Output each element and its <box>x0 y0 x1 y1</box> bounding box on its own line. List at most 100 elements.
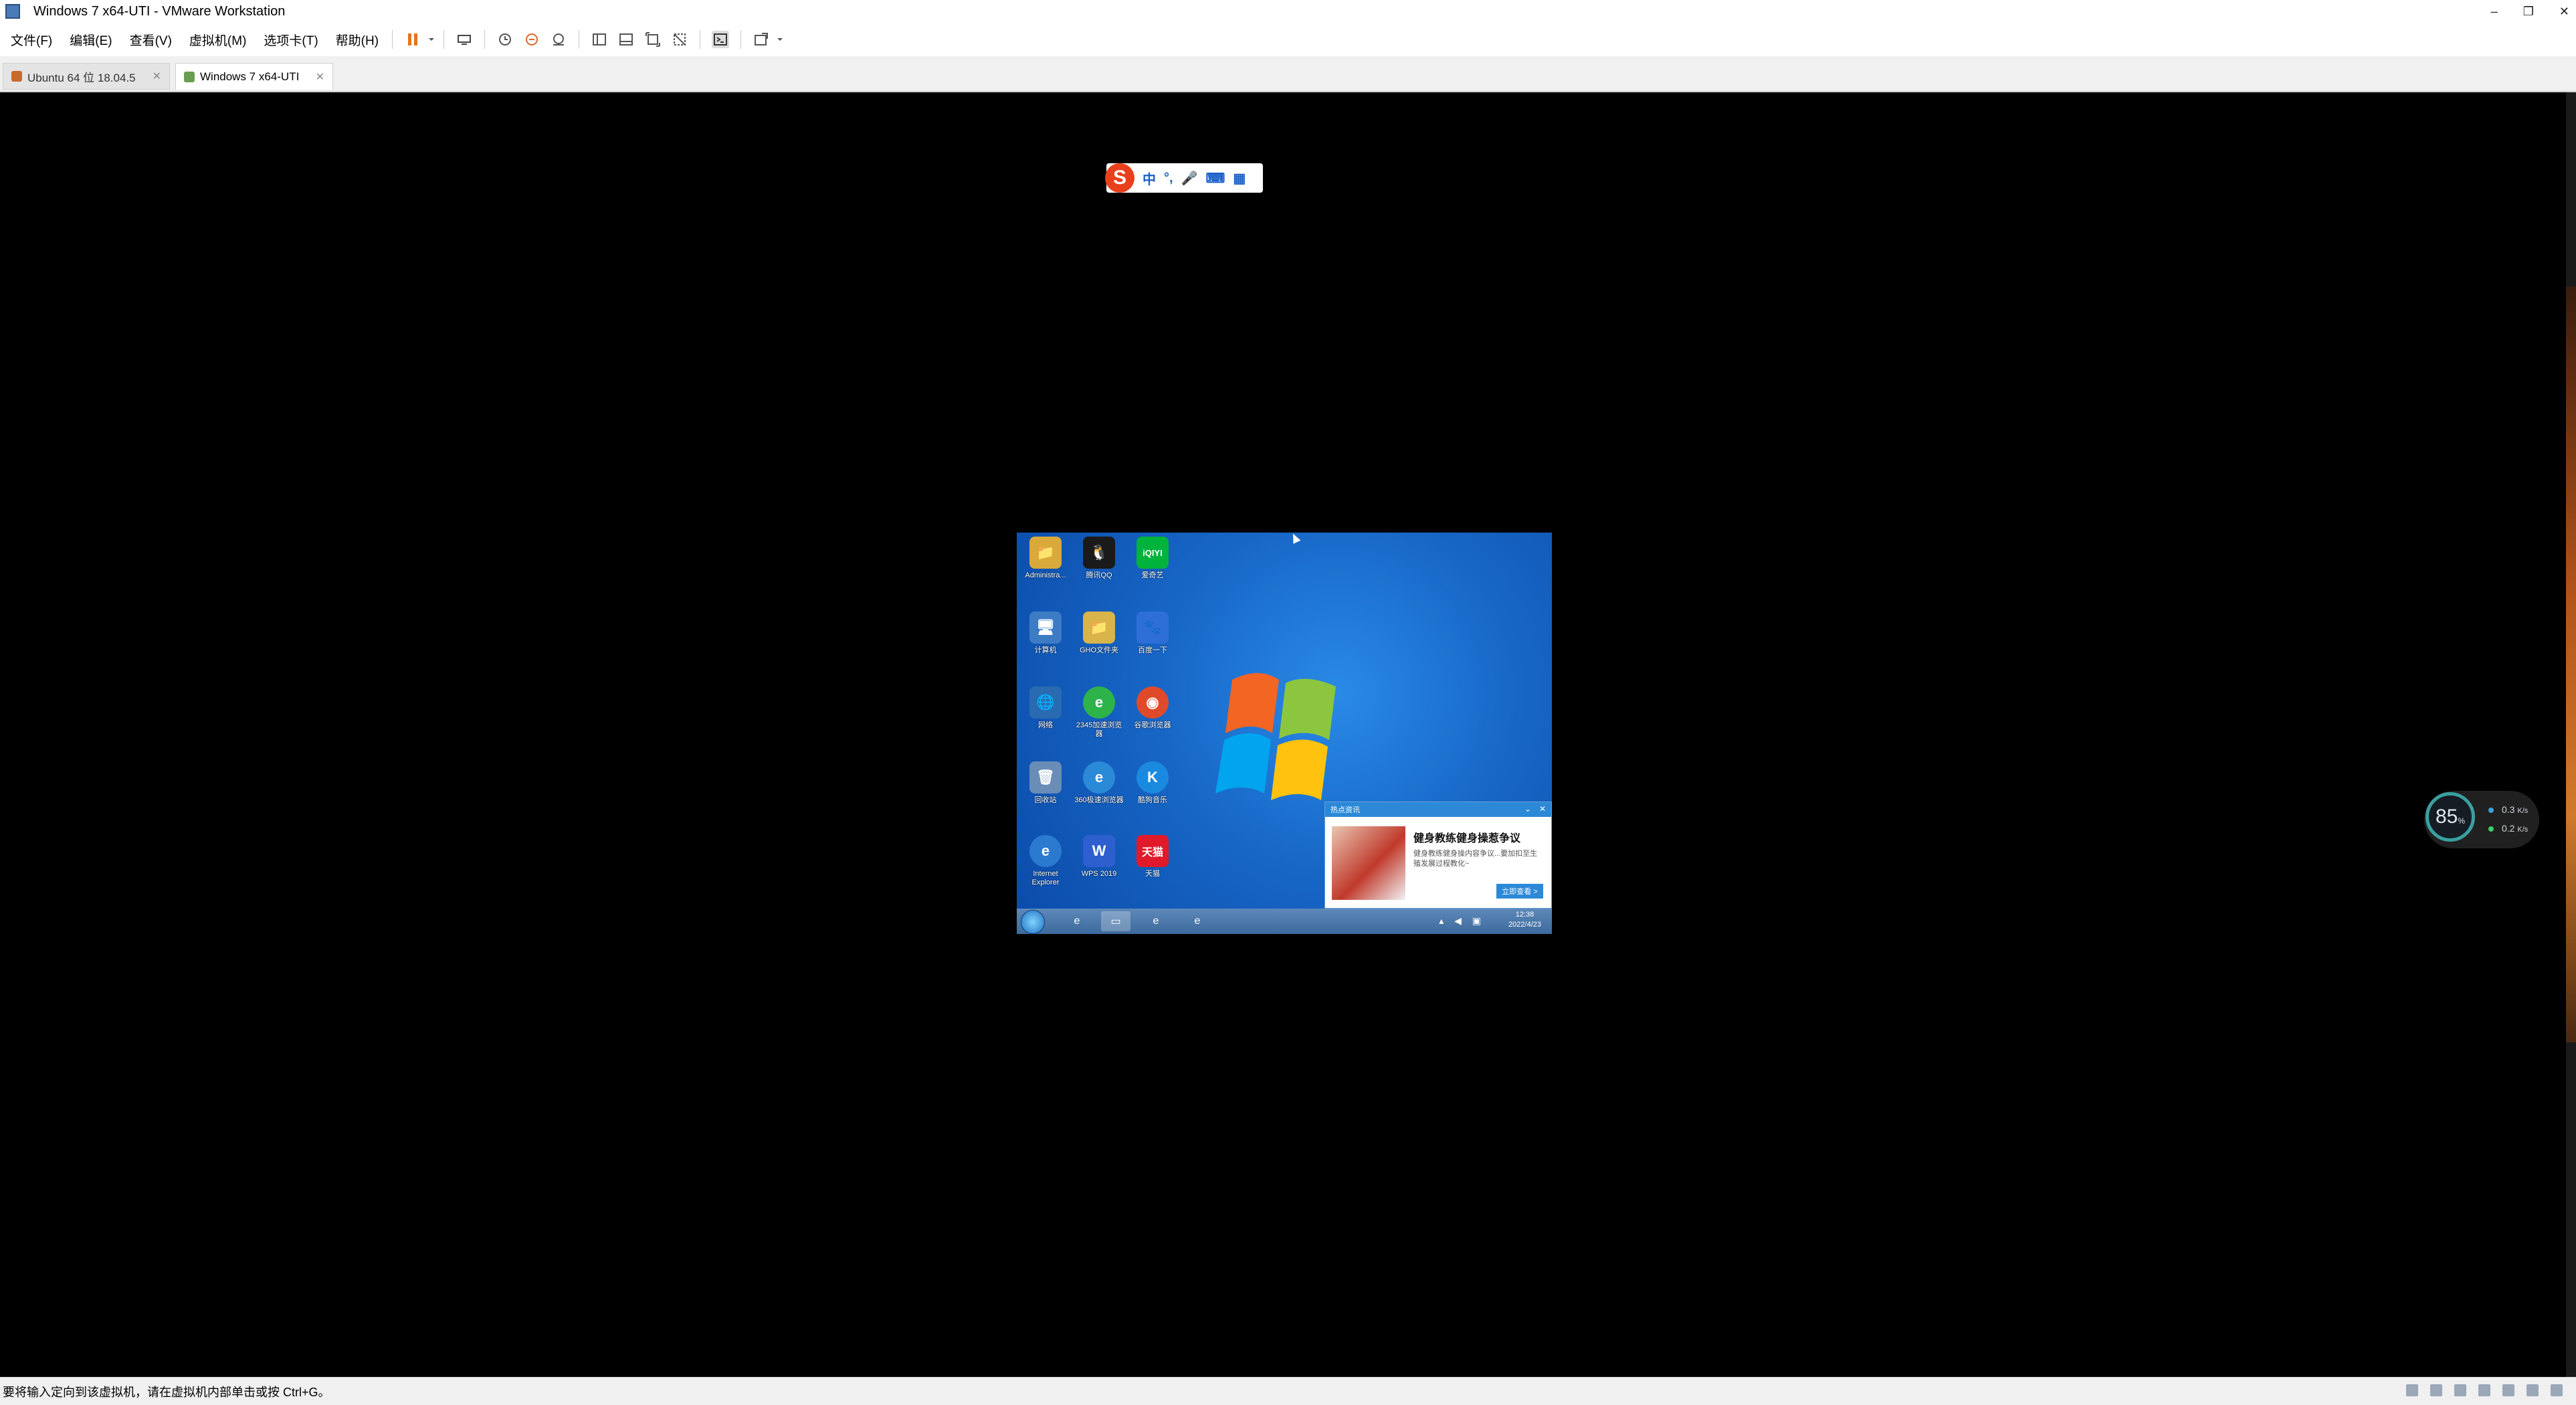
thumbnail-view-icon[interactable] <box>617 31 635 48</box>
baidu-icon: 🐾 <box>1136 612 1169 644</box>
popup-thumbnail[interactable] <box>1332 826 1405 900</box>
upload-value: 0.3 <box>2502 804 2515 815</box>
upload-unit: K/s <box>2517 807 2529 815</box>
tab-label: Windows 7 x64-UTI <box>200 70 300 83</box>
tab-windows7[interactable]: Windows 7 x64-UTI ✕ <box>175 63 333 90</box>
popup-description: 健身教练健身操内容争议...要加扣至生殖发展过程教化~ <box>1413 850 1538 868</box>
sound-icon[interactable] <box>2502 1384 2514 1396</box>
usage-percent: 85 <box>2435 806 2458 828</box>
desktop-icon-administrator[interactable]: 📁 Administra... <box>1019 537 1072 580</box>
menu-view[interactable]: 查看(V) <box>123 31 179 49</box>
ime-punctuation-button[interactable]: °, <box>1164 171 1173 186</box>
dropdown-icon[interactable] <box>427 31 435 48</box>
printer-icon[interactable] <box>2527 1384 2539 1396</box>
menu-vm[interactable]: 虚拟机(M) <box>183 31 253 49</box>
desktop-icon-label: GHO文件夹 <box>1079 646 1119 654</box>
desktop-icon-wps[interactable]: W WPS 2019 <box>1073 835 1125 878</box>
popup-view-button[interactable]: 立即查看 > <box>1496 884 1543 899</box>
dropdown-icon[interactable] <box>776 31 784 48</box>
menu-file[interactable]: 文件(F) <box>4 31 59 49</box>
minimize-button[interactable]: – <box>2491 5 2498 19</box>
desktop-icon-label: 爱奇艺 <box>1141 571 1164 579</box>
display-icon[interactable] <box>2551 1384 2563 1396</box>
taskbar-ie-icon[interactable]: e <box>1062 911 1092 931</box>
folder-icon: 📁 <box>1083 612 1115 644</box>
host-desktop-edge <box>2566 92 2576 1377</box>
desktop-icon-label: 天猫 <box>1145 870 1160 878</box>
full-screen-icon[interactable] <box>644 31 662 48</box>
close-icon[interactable]: ✕ <box>1539 804 1546 814</box>
host-wallpaper-fragment <box>2566 286 2576 1042</box>
taskbar-clock[interactable]: 12:38 2022/4/23 <box>1508 910 1541 930</box>
pause-icon[interactable] <box>404 31 421 48</box>
status-text: 要将输入定向到该虚拟机，请在虚拟机内部单击或按 Ctrl+G。 <box>3 1385 330 1399</box>
status-bar: 要将输入定向到该虚拟机，请在虚拟机内部单击或按 Ctrl+G。 <box>0 1377 2576 1405</box>
ime-keyboard-button[interactable]: ⌨ <box>1205 170 1225 187</box>
desktop-icon-360-browser[interactable]: e 360极速浏览器 <box>1073 761 1125 805</box>
windows-logo <box>1215 673 1336 800</box>
library-view-icon[interactable] <box>591 31 608 48</box>
unity-icon[interactable] <box>671 31 688 48</box>
snapshot-icon[interactable] <box>496 31 514 48</box>
desktop-icon-2345-browser[interactable]: e 2345加速浏览器 <box>1073 686 1125 739</box>
toolbar-separator <box>443 30 445 49</box>
desktop-icon-baidu[interactable]: 🐾 百度一下 <box>1126 612 1179 655</box>
desktop-icon-tmall[interactable]: 天猫 天猫 <box>1126 835 1179 878</box>
chrome-icon: ◉ <box>1136 686 1169 719</box>
cd-drive-icon[interactable] <box>2430 1384 2442 1396</box>
desktop-icon-qq[interactable]: 🐧 腾讯QQ <box>1073 537 1125 580</box>
close-tab-icon[interactable]: ✕ <box>153 70 161 83</box>
desktop-icon-ie[interactable]: e Internet Explorer <box>1019 835 1072 887</box>
desktop-icon-computer[interactable]: 🖥 计算机 <box>1019 612 1072 655</box>
tab-ubuntu[interactable]: Ubuntu 64 位 18.04.5 ✕ <box>3 63 170 90</box>
desktop-icon-label: Internet Explorer <box>1031 870 1060 886</box>
guest-desktop[interactable]: 📁 Administra... 🐧 腾讯QQ iQIYI 爱奇艺 🖥 计算机 📁… <box>1017 533 1552 934</box>
folder-icon: 📁 <box>1029 537 1062 569</box>
desktop-icon-recycle-bin[interactable]: 🗑 回收站 <box>1019 761 1072 805</box>
desktop-icon-chrome[interactable]: ◉ 谷歌浏览器 <box>1126 686 1179 730</box>
chevron-down-icon[interactable]: ⌄ <box>1524 804 1531 814</box>
usb-icon[interactable] <box>2478 1384 2490 1396</box>
clock-date: 2022/4/23 <box>1508 921 1541 929</box>
desktop-icon-label: 回收站 <box>1034 796 1057 804</box>
start-button[interactable] <box>1021 910 1045 934</box>
network-speed-widget[interactable]: 85% 0.3 K/s 0.2 K/s <box>2424 791 2539 848</box>
menu-toolbar: 文件(F) 编辑(E) 查看(V) 虚拟机(M) 选项卡(T) 帮助(H) <box>0 23 2576 56</box>
news-popup[interactable]: 热点资讯 ⌄ ✕ 健身教练健身操惹争议 健身教练健身操内容争议...要加扣至生殖… <box>1324 802 1552 909</box>
network-adapter-icon[interactable] <box>2454 1384 2466 1396</box>
sogou-logo-icon[interactable]: S <box>1105 163 1134 193</box>
window-controls: – ❐ ✕ <box>2491 0 2569 23</box>
snapshot-manager-icon[interactable] <box>550 31 567 48</box>
system-tray[interactable]: ▴ ◀ ▣ <box>1439 915 1485 927</box>
desktop-icon-iqiyi[interactable]: iQIYI 爱奇艺 <box>1126 537 1179 580</box>
ime-chinese-mode-button[interactable]: 中 <box>1143 169 1156 188</box>
taskbar-2345-icon[interactable]: e <box>1141 911 1171 931</box>
hard-disk-icon[interactable] <box>2406 1384 2418 1396</box>
desktop-icon-gho-folder[interactable]: 📁 GHO文件夹 <box>1073 612 1125 655</box>
desktop-icon-label: 腾讯QQ <box>1086 571 1112 579</box>
menu-tabs[interactable]: 选项卡(T) <box>257 31 324 49</box>
download-value: 0.2 <box>2502 823 2515 834</box>
send-ctrl-alt-del-icon[interactable] <box>456 31 473 48</box>
qq-icon: 🐧 <box>1083 537 1115 569</box>
ime-toolbox-button[interactable]: ▦ <box>1233 170 1246 187</box>
stretch-guest-icon[interactable] <box>753 31 770 48</box>
revert-snapshot-icon[interactable] <box>523 31 540 48</box>
taskbar-explorer-icon[interactable]: ▭ <box>1101 911 1130 931</box>
close-tab-icon[interactable]: ✕ <box>316 70 324 84</box>
taskbar-browser-icon[interactable]: e <box>1183 911 1212 931</box>
desktop-icon-kugou[interactable]: K 酷狗音乐 <box>1126 761 1179 805</box>
iqiyi-icon: iQIYI <box>1136 537 1169 569</box>
popup-title[interactable]: 健身教练健身操惹争议 <box>1413 829 1520 845</box>
restore-button[interactable]: ❐ <box>2523 5 2534 19</box>
desktop-icon-network[interactable]: 🌐 网络 <box>1019 686 1072 730</box>
tmall-icon: 天猫 <box>1136 835 1169 867</box>
desktop-icon-label: 计算机 <box>1034 646 1057 654</box>
ime-voice-button[interactable]: 🎤 <box>1181 170 1198 187</box>
close-button[interactable]: ✕ <box>2559 5 2569 19</box>
clock-time: 12:38 <box>1515 911 1534 919</box>
console-view-icon[interactable] <box>712 31 730 48</box>
menu-help[interactable]: 帮助(H) <box>329 31 385 49</box>
desktop-icon-label: Administra... <box>1025 571 1066 579</box>
menu-edit[interactable]: 编辑(E) <box>63 31 118 49</box>
